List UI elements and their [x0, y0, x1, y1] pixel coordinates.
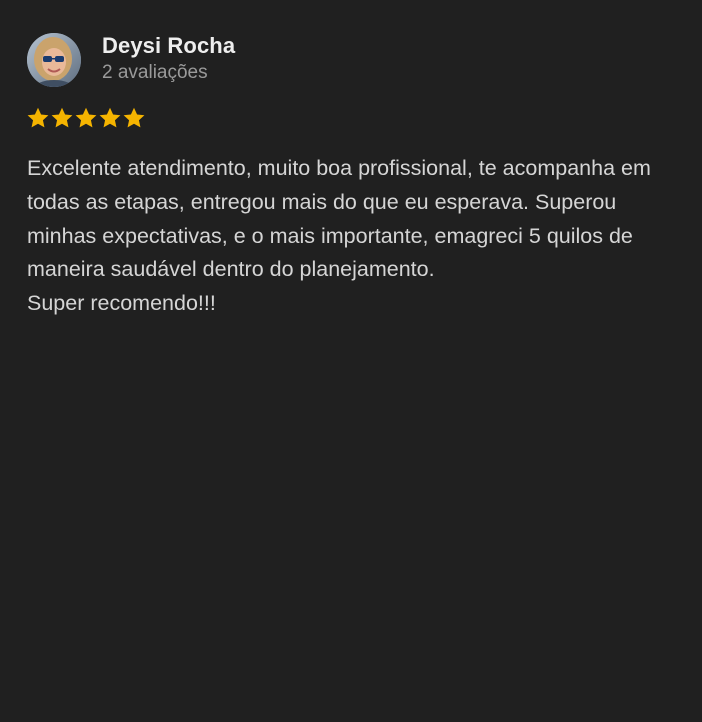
star-rating	[26, 106, 146, 132]
review-text-paragraph: Super recomendo!!!	[27, 291, 216, 316]
reviewer-name[interactable]: Deysi Rocha	[102, 33, 235, 59]
star-icon	[122, 106, 146, 130]
review-text: Excelente atendimento, muito boa profiss…	[27, 152, 677, 321]
star-icon	[74, 106, 98, 130]
avatar[interactable]	[27, 33, 81, 87]
review-text-paragraph: Excelente atendimento, muito boa profiss…	[27, 156, 651, 282]
star-icon	[98, 106, 122, 130]
star-icon	[26, 106, 50, 130]
review-card: Deysi Rocha 2 avaliações Excelente atend…	[0, 0, 702, 722]
star-icon	[50, 106, 74, 130]
review-count[interactable]: 2 avaliações	[102, 62, 208, 84]
